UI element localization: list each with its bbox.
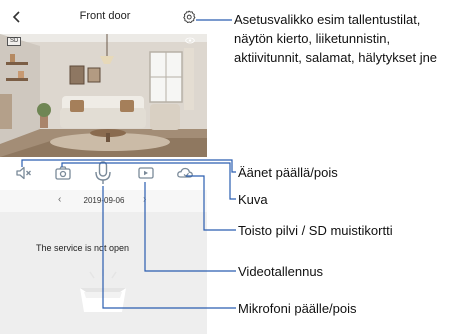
empty-box-illustration [80,269,126,312]
previous-date-button[interactable]: ‹ [58,194,61,205]
eye-icon[interactable] [185,37,195,44]
record-annotation-label: Videotallennus [238,264,324,279]
next-date-button[interactable]: › [143,194,146,205]
camera-app-screen: Front door SD ‹ 2019-09-06 › The service… [0,0,207,334]
settings-annotation-line-2: näytön kierto, liiketunnistin, [234,31,391,46]
playback-annotation-label: Toisto pilvi / SD muistikortti [238,223,393,238]
speaker-mute-icon[interactable] [15,164,33,182]
settings-annotation-line-1: Asetusvalikko esim tallentustilat, [234,12,421,27]
service-status-message: The service is not open [36,243,130,253]
camera-icon[interactable] [54,164,72,182]
chevron-left-icon[interactable] [9,9,25,25]
annotated-screenshot: Front door SD ‹ 2019-09-06 › The service… [0,0,474,334]
microphone-annotation-label: Mikrofoni päälle/pois [238,301,357,316]
settings-annotation-line-3: aktiivitunnit, salamat, hälytykset jne [234,50,438,65]
video-record-icon[interactable] [137,164,155,182]
date-label[interactable]: 2019-09-06 [72,196,136,205]
control-bar [0,157,207,190]
top-bar: Front door [0,0,207,34]
cloud-playback-icon[interactable] [176,164,194,182]
gear-icon[interactable] [182,10,196,24]
sd-badge: SD [7,37,22,46]
room-scene-image [0,34,207,157]
date-bar: ‹ 2019-09-06 › [0,190,207,212]
sound-annotation-label: Äänet päällä/pois [238,165,338,180]
live-video-feed[interactable]: SD [0,34,207,157]
snapshot-annotation-label: Kuva [238,192,268,207]
microphone-icon[interactable] [92,160,114,186]
page-title: Front door [79,10,131,22]
